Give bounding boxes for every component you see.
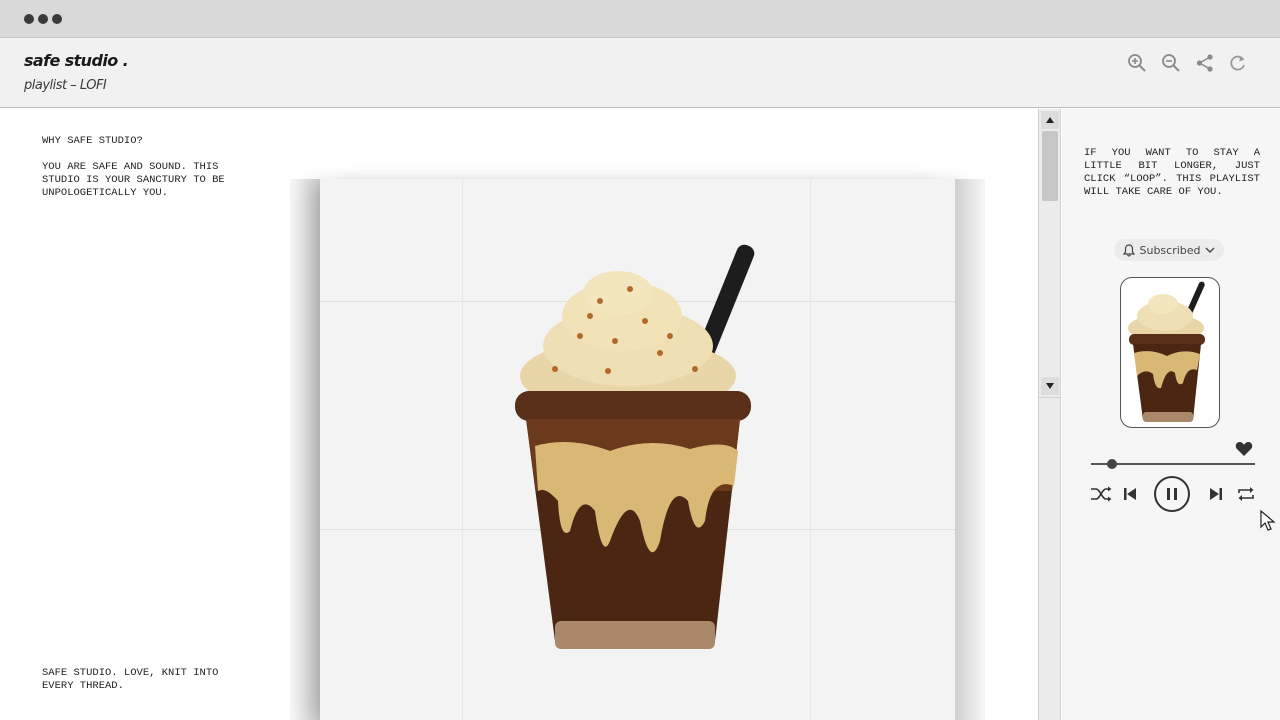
footer-text: SAFE STUDIO. LOVE, KNIT INTO EVERY THREA… [42,667,219,692]
heart-icon [1235,442,1253,456]
paper-edge-left [290,179,320,720]
zoom-in-icon [1128,54,1146,72]
next-button[interactable] [1206,484,1226,504]
app-header: safe studio . playlist – LOFI [0,38,1280,108]
share-button[interactable] [1194,52,1216,74]
progress-bar[interactable] [1091,459,1255,469]
mouse-cursor-icon [1260,510,1276,531]
paper-fold [462,179,463,720]
shuffle-button[interactable] [1090,484,1112,504]
knitted-drink-illustration [515,244,755,649]
paper-edge-right [955,179,985,720]
why-body-text: YOU ARE SAFE AND SOUND. THIS STUDIO IS Y… [42,161,225,199]
playlist-subtitle: playlist – LOFI [24,78,107,93]
window-titlebar [0,0,1280,38]
scroll-thumb[interactable] [1042,131,1058,201]
scroll-down-button[interactable] [1041,377,1059,395]
pause-icon [1167,488,1177,500]
caret-up-icon [1046,117,1054,123]
scroll-up-button[interactable] [1041,111,1059,129]
player-panel: IF YOU WANT TO STAY A LITTLE BIT LONGER,… [1062,109,1280,720]
previous-button[interactable] [1120,484,1140,504]
caret-down-icon [1046,383,1054,389]
subscribed-label: Subscribed [1139,243,1201,257]
subscribed-button[interactable]: Subscribed [1114,239,1224,261]
vertical-scrollbar[interactable] [1038,109,1061,720]
progress-knob[interactable] [1107,459,1118,469]
why-heading: WHY SAFE STUDIO? [42,135,143,147]
brand-title[interactable]: safe studio . [24,51,129,70]
share-icon [1196,54,1213,72]
bell-icon [1123,243,1136,257]
next-icon [1210,488,1222,500]
shuffle-icon [1091,486,1112,502]
refresh-icon [1230,55,1245,71]
zoom-in-button[interactable] [1126,52,1148,74]
album-art-thumbnail[interactable] [1120,277,1220,428]
chevron-down-icon [1205,247,1215,253]
main-content: WHY SAFE STUDIO? YOU ARE SAFE AND SOUND.… [0,109,1037,720]
loop-icon [1238,487,1254,501]
loop-hint-text: IF YOU WANT TO STAY A LITTLE BIT LONGER,… [1084,147,1260,198]
window-dot-maximize[interactable] [52,14,62,24]
paper-fold [810,179,811,720]
scroll-divider [1039,397,1060,398]
album-art-drink [1128,281,1205,422]
artwork-poster [290,179,990,720]
previous-icon [1124,488,1136,500]
zoom-out-icon [1162,54,1180,72]
window-dot-close[interactable] [24,14,34,24]
window-dot-minimize[interactable] [38,14,48,24]
refresh-button[interactable] [1227,52,1249,74]
pause-button[interactable] [1154,476,1190,512]
zoom-out-button[interactable] [1160,52,1182,74]
loop-button[interactable] [1235,484,1257,504]
like-button[interactable] [1235,441,1253,462]
